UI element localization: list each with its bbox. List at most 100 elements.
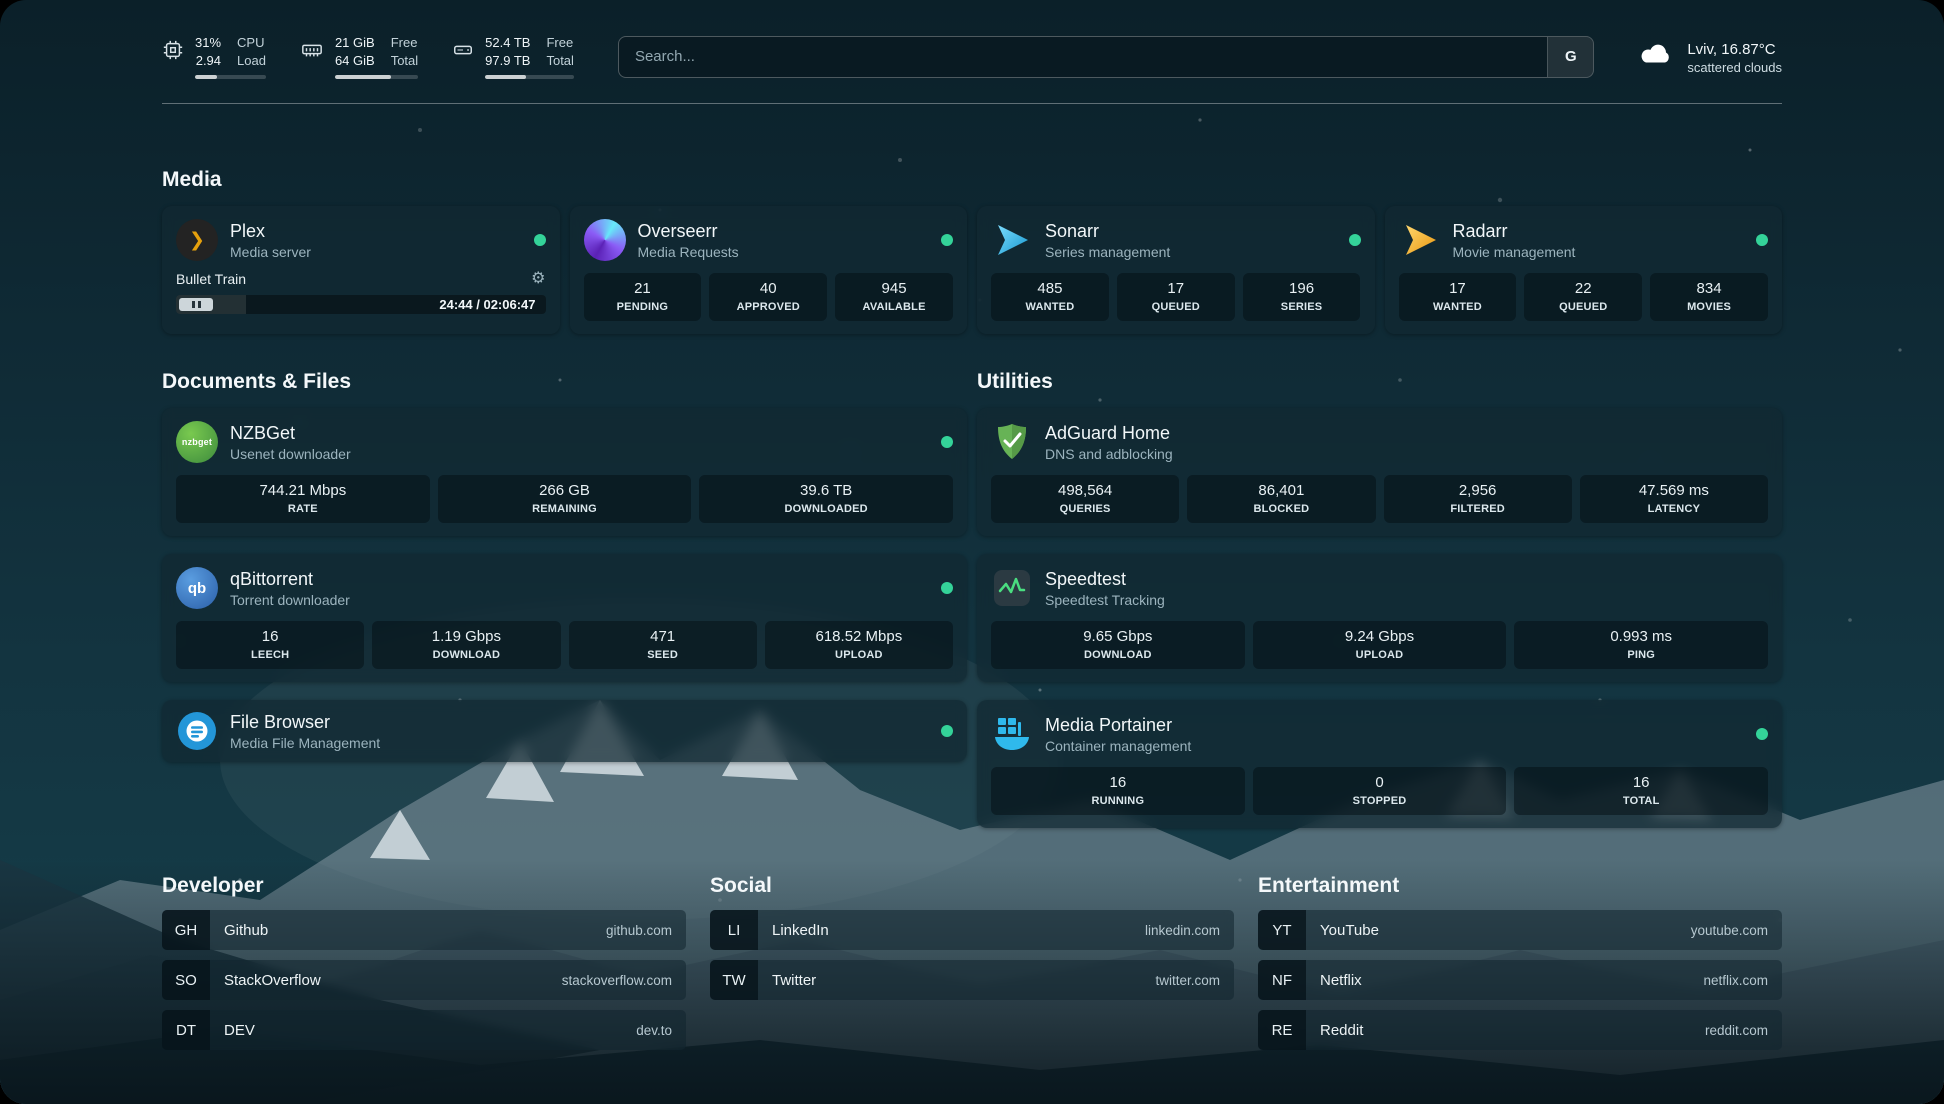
disk-total-label: Total xyxy=(546,52,573,70)
service-name: Overseerr xyxy=(638,221,739,242)
bookmark-abbr: GH xyxy=(162,910,210,950)
disk-widget: 52.4 TB 97.9 TB Free Total xyxy=(452,34,574,79)
gear-icon[interactable]: ⚙ xyxy=(531,271,545,287)
bookmark-github[interactable]: GH Github github.com xyxy=(162,910,686,950)
status-dot xyxy=(941,582,953,594)
section-documents: Documents & Files nzbget NZBGet Usenet d… xyxy=(162,370,967,762)
bookmark-url: youtube.com xyxy=(1691,923,1782,938)
memory-progress-bar xyxy=(335,75,418,79)
section-utilities: Utilities xyxy=(977,370,1782,828)
service-description: Speedtest Tracking xyxy=(1045,592,1165,608)
header-divider xyxy=(162,103,1782,104)
bookmark-abbr: TW xyxy=(710,960,758,1000)
bookmark-abbr: RE xyxy=(1258,1010,1306,1050)
bookmark-name: YouTube xyxy=(1306,922,1379,939)
dashboard-screen: 31% 2.94 CPU Load xyxy=(0,0,1944,1104)
status-dot xyxy=(941,436,953,448)
playback-progress-bar[interactable]: 24:44 / 02:06:47 xyxy=(176,295,546,314)
developer-section-title: Developer xyxy=(162,874,686,898)
bookmark-url: reddit.com xyxy=(1705,1023,1782,1038)
middle-columns: Documents & Files nzbget NZBGet Usenet d… xyxy=(162,370,1782,828)
stat-upload: 9.24 Gbps UPLOAD xyxy=(1253,621,1507,669)
nzbget-icon: nzbget xyxy=(176,421,218,463)
bookmark-name: LinkedIn xyxy=(758,922,829,939)
bookmark-linkedin[interactable]: LI LinkedIn linkedin.com xyxy=(710,910,1234,950)
service-name: File Browser xyxy=(230,712,380,733)
stat-series: 196 SERIES xyxy=(1243,273,1361,321)
service-card-qbittorrent[interactable]: qb qBittorrent Torrent downloader 16 xyxy=(162,554,967,682)
bookmark-youtube[interactable]: YT YouTube youtube.com xyxy=(1258,910,1782,950)
cpu-load-value: 2.94 xyxy=(195,52,221,70)
stat-rate: 744.21 Mbps RATE xyxy=(176,475,430,523)
bookmark-dev[interactable]: DT DEV dev.to xyxy=(162,1010,686,1050)
stat-upload: 618.52 Mbps UPLOAD xyxy=(765,621,953,669)
bookmark-name: Reddit xyxy=(1306,1022,1363,1039)
bookmark-name: Twitter xyxy=(758,972,816,989)
service-card-overseerr[interactable]: Overseerr Media Requests 21 PENDING 40 A… xyxy=(570,206,968,334)
stat-queries: 498,564 QUERIES xyxy=(991,475,1179,523)
bookmark-stackoverflow[interactable]: SO StackOverflow stackoverflow.com xyxy=(162,960,686,1000)
section-developer: Developer GH Github github.com SO StackO… xyxy=(162,874,686,1050)
stat-stopped: 0 STOPPED xyxy=(1253,767,1507,815)
disk-progress-bar xyxy=(485,75,574,79)
search-input[interactable] xyxy=(619,37,1547,77)
weather-location-temp: Lviv, 16.87°C xyxy=(1687,39,1782,60)
bookmark-name: Netflix xyxy=(1306,972,1362,989)
search-provider-button[interactable]: G xyxy=(1547,37,1593,77)
cpu-percent: 31% xyxy=(195,34,221,52)
stat-remaining: 266 GB REMAINING xyxy=(438,475,692,523)
bookmark-twitter[interactable]: TW Twitter twitter.com xyxy=(710,960,1234,1000)
overseerr-icon xyxy=(584,219,626,261)
stat-wanted: 17 WANTED xyxy=(1399,273,1517,321)
service-card-adguard[interactable]: AdGuard Home DNS and adblocking 498,564 … xyxy=(977,408,1782,536)
bookmark-reddit[interactable]: RE Reddit reddit.com xyxy=(1258,1010,1782,1050)
filebrowser-icon xyxy=(176,710,218,752)
memory-body: 21 GiB 64 GiB Free Total xyxy=(335,34,418,79)
bookmark-abbr: NF xyxy=(1258,960,1306,1000)
playback-time: 24:44 / 02:06:47 xyxy=(439,297,545,312)
section-entertainment: Entertainment YT YouTube youtube.com NF … xyxy=(1258,874,1782,1050)
media-grid: ❯ Plex Media server Bullet Train ⚙ xyxy=(162,206,1782,334)
bookmark-url: github.com xyxy=(606,923,686,938)
memory-widget: 21 GiB 64 GiB Free Total xyxy=(300,34,418,79)
service-card-nzbget[interactable]: nzbget NZBGet Usenet downloader 744.21 M… xyxy=(162,408,967,536)
stat-pending: 21 PENDING xyxy=(584,273,702,321)
pause-button[interactable] xyxy=(179,298,213,311)
bookmark-abbr: SO xyxy=(162,960,210,1000)
bookmark-abbr: LI xyxy=(710,910,758,950)
bookmarks-grid: Developer GH Github github.com SO StackO… xyxy=(162,874,1782,1050)
service-card-radarr[interactable]: Radarr Movie management 17 WANTED 22 QUE… xyxy=(1385,206,1783,334)
cpu-load-label: Load xyxy=(237,52,266,70)
stat-approved: 40 APPROVED xyxy=(709,273,827,321)
status-dot xyxy=(534,234,546,246)
media-section-title: Media xyxy=(162,168,1782,192)
section-social: Social LI LinkedIn linkedin.com TW Twitt… xyxy=(710,874,1234,1050)
stat-total: 16 TOTAL xyxy=(1514,767,1768,815)
bookmark-url: dev.to xyxy=(636,1023,686,1038)
plex-now-playing: Bullet Train ⚙ 24:44 / 02:06:47 xyxy=(176,271,546,314)
stat-filtered: 2,956 FILTERED xyxy=(1384,475,1572,523)
stat-queued: 17 QUEUED xyxy=(1117,273,1235,321)
disk-icon xyxy=(452,34,474,66)
documents-section-title: Documents & Files xyxy=(162,370,967,394)
service-card-filebrowser[interactable]: File Browser Media File Management xyxy=(162,700,967,762)
sonarr-icon xyxy=(991,219,1033,261)
service-description: Container management xyxy=(1045,738,1191,754)
search-bar: G xyxy=(618,36,1594,78)
memory-free-value: 21 GiB xyxy=(335,34,375,52)
cpu-body: 31% 2.94 CPU Load xyxy=(195,34,266,79)
service-card-portainer[interactable]: Media Portainer Container management 16 … xyxy=(977,700,1782,828)
bookmark-netflix[interactable]: NF Netflix netflix.com xyxy=(1258,960,1782,1000)
status-dot xyxy=(941,234,953,246)
service-name: Speedtest xyxy=(1045,569,1165,590)
service-card-plex[interactable]: ❯ Plex Media server Bullet Train ⚙ xyxy=(162,206,560,334)
portainer-whale-icon xyxy=(991,713,1033,755)
stat-wanted: 485 WANTED xyxy=(991,273,1109,321)
entertainment-section-title: Entertainment xyxy=(1258,874,1782,898)
service-card-sonarr[interactable]: Sonarr Series management 485 WANTED 17 Q… xyxy=(977,206,1375,334)
bookmark-url: stackoverflow.com xyxy=(562,973,686,988)
bookmark-name: StackOverflow xyxy=(210,972,321,989)
status-dot xyxy=(1756,234,1768,246)
service-card-speedtest[interactable]: Speedtest Speedtest Tracking 9.65 Gbps D… xyxy=(977,554,1782,682)
stat-seed: 471 SEED xyxy=(569,621,757,669)
